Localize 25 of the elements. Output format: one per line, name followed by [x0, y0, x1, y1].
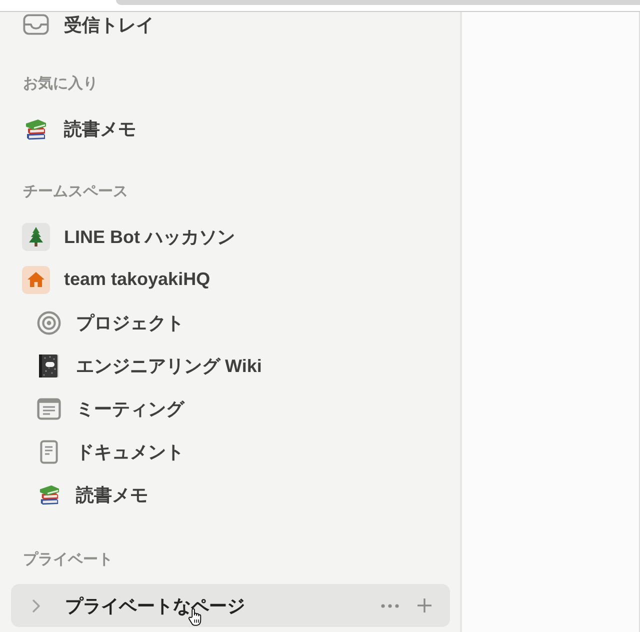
section-header: プライベート [23, 550, 114, 570]
sidebar-item[interactable]: エンジニアリング Wiki [11, 344, 280, 387]
sidebar-item[interactable]: team takoyakiHQ [11, 258, 228, 301]
sidebar-item[interactable]: LINE Bot ハッカソン [11, 215, 253, 258]
document-icon [40, 440, 58, 464]
plus-icon[interactable] [417, 598, 432, 613]
sidebar-item[interactable]: プロジェクト [11, 301, 202, 344]
sidebar-item[interactable]: ドキュメント [11, 430, 202, 473]
sidebar-item[interactable]: ミーティング [11, 387, 202, 430]
meeting-notes-icon [37, 398, 61, 420]
section-header: チームスペース [23, 182, 129, 202]
section-header: お気に入り [23, 74, 99, 94]
sidebar-item[interactable]: 読書メモ [11, 107, 154, 150]
tree-icon [22, 222, 50, 250]
notebook-icon [38, 354, 60, 378]
more-icon[interactable] [381, 604, 399, 608]
chevron-right-icon[interactable] [32, 598, 40, 612]
sidebar-item[interactable]: プライベートなページ [11, 584, 450, 627]
books-icon [25, 118, 47, 140]
house-icon [22, 266, 50, 294]
target-icon [37, 310, 61, 334]
sidebar-item[interactable]: 読書メモ [11, 473, 166, 516]
inbox-icon [23, 14, 49, 35]
books-icon [38, 484, 60, 505]
sidebar-item[interactable]: 受信トレイ [11, 12, 172, 37]
